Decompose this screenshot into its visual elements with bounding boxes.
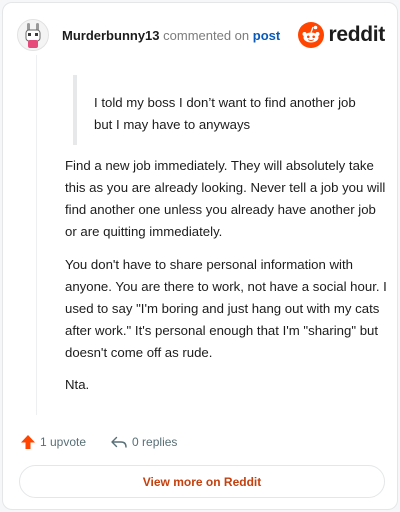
post-link[interactable]: post [253, 28, 280, 43]
comment-byline: Murderbunny13 commented on post [62, 28, 280, 43]
avatar-icon [18, 20, 48, 50]
reddit-wordmark: reddit [328, 23, 385, 46]
author-username[interactable]: Murderbunny13 [62, 28, 160, 43]
reply-icon [111, 436, 127, 448]
reply-count: 0 replies [132, 435, 178, 449]
avatar[interactable] [17, 19, 49, 51]
reddit-logo[interactable]: reddit [298, 22, 385, 48]
quoted-text: I told my boss I don’t want to find anot… [73, 75, 373, 145]
comment-paragraph-3: Nta. [65, 377, 90, 392]
upvote-arrow-icon [21, 435, 35, 449]
commented-on-text: commented on [163, 27, 250, 43]
comment-paragraph-2: You don't have to share personal informa… [65, 257, 387, 360]
comment-paragraph-1: Find a new job immediately. They will ab… [65, 158, 386, 239]
upvote-button[interactable]: 1 upvote [20, 434, 86, 450]
view-more-button[interactable]: View more on Reddit [19, 465, 385, 498]
thread-line [36, 55, 37, 415]
comment-header: Murderbunny13 commented on post reddit [17, 15, 385, 55]
comment-card: Murderbunny13 commented on post reddit I… [2, 2, 398, 510]
reply-button[interactable]: 0 replies [110, 434, 177, 450]
upvote-count: 1 upvote [40, 435, 87, 449]
reddit-logo-icon [298, 22, 325, 48]
comment-actions: 1 upvote 0 replies [20, 431, 177, 453]
